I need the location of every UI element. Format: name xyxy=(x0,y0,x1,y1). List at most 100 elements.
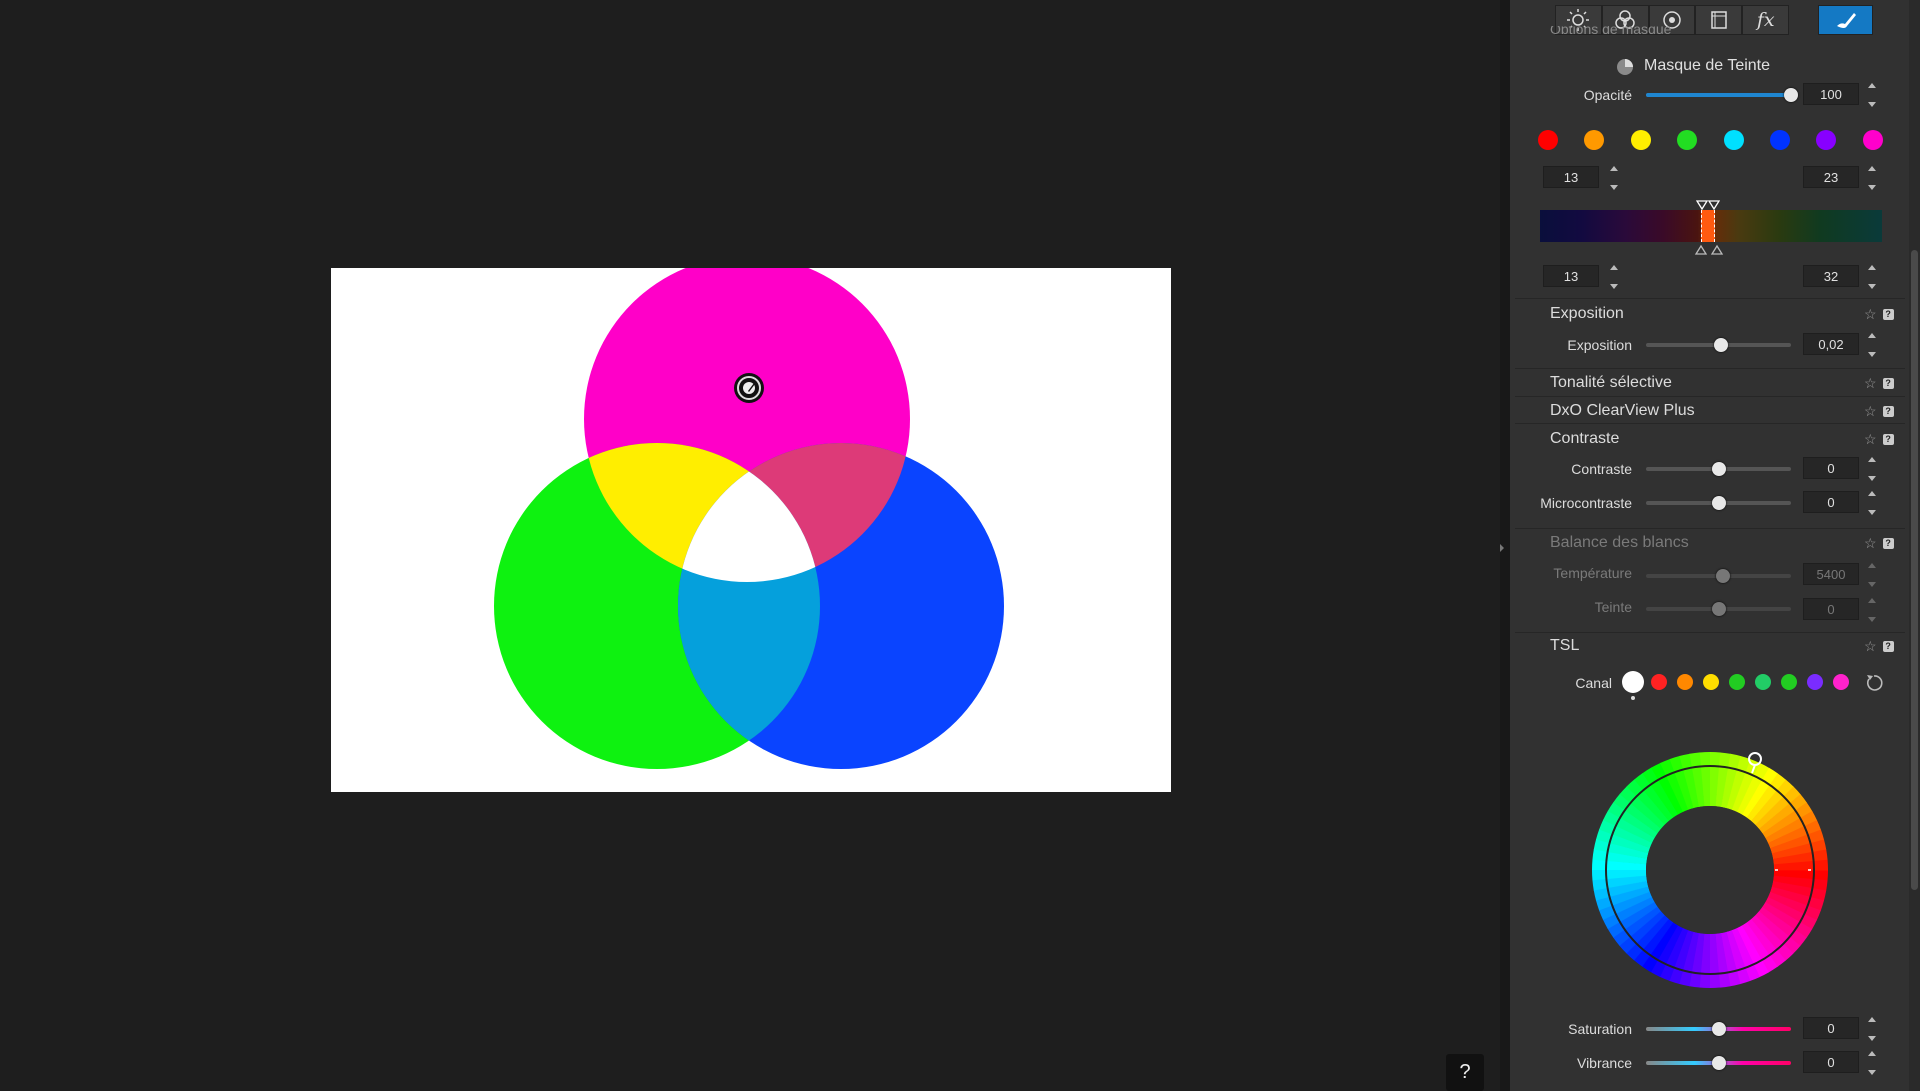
temperature-slider[interactable] xyxy=(1646,569,1791,583)
divider xyxy=(1515,298,1905,299)
info-icon[interactable]: ? xyxy=(1882,433,1894,445)
contraste-icons: ☆? xyxy=(1864,432,1894,446)
info-icon[interactable]: ? xyxy=(1882,405,1894,417)
contraste-value[interactable]: 0 xyxy=(1803,457,1859,479)
saturation-slider-knob[interactable] xyxy=(1711,1022,1726,1036)
range-bottom-left-value[interactable]: 13 xyxy=(1543,265,1599,287)
vibrance-value[interactable]: 0 xyxy=(1803,1051,1859,1073)
balance-header[interactable]: Balance des blancs xyxy=(1550,534,1689,552)
temperature-stepper[interactable] xyxy=(1866,563,1878,587)
star-icon[interactable]: ☆ xyxy=(1864,536,1877,550)
effects-tab[interactable]: fx xyxy=(1742,5,1790,35)
panel-splitter[interactable] xyxy=(1500,0,1510,1091)
help-button[interactable]: ? xyxy=(1446,1054,1484,1091)
contraste-header[interactable]: Contraste xyxy=(1550,430,1619,448)
exposition-value[interactable]: 0,02 xyxy=(1803,333,1859,355)
temperature-slider-knob[interactable] xyxy=(1715,569,1730,583)
exposition-header[interactable]: Exposition xyxy=(1550,305,1624,323)
hue-swatch[interactable] xyxy=(1723,130,1744,150)
teinte-stepper[interactable] xyxy=(1866,598,1878,622)
contraste-stepper[interactable] xyxy=(1866,457,1878,481)
scrollbar-thumb[interactable] xyxy=(1911,250,1918,890)
star-icon[interactable]: ☆ xyxy=(1864,307,1877,321)
canal-dot[interactable] xyxy=(1622,671,1644,693)
vibrance-slider-knob[interactable] xyxy=(1711,1056,1726,1070)
opacity-value[interactable]: 100 xyxy=(1803,83,1859,105)
vibrance-stepper[interactable] xyxy=(1866,1051,1878,1075)
canal-dot[interactable] xyxy=(1729,674,1745,690)
microcontraste-slider[interactable] xyxy=(1646,496,1791,510)
contraste-slider[interactable] xyxy=(1646,462,1791,476)
saturation-slider[interactable] xyxy=(1646,1022,1791,1036)
teinte-slider-knob[interactable] xyxy=(1711,602,1726,616)
vibrance-slider[interactable] xyxy=(1646,1056,1791,1070)
range-bottom-left-stepper[interactable] xyxy=(1608,265,1620,289)
hue-range-bottom-handles-icon[interactable] xyxy=(1694,244,1724,256)
opacity-slider[interactable] xyxy=(1646,88,1798,102)
saturation-value[interactable]: 0 xyxy=(1803,1017,1859,1039)
image-viewer[interactable]: ? xyxy=(0,0,1500,1091)
hue-swatch[interactable] xyxy=(1538,130,1558,150)
info-icon[interactable]: ? xyxy=(1882,377,1894,389)
divider xyxy=(1515,528,1905,529)
microcontraste-value[interactable]: 0 xyxy=(1803,491,1859,513)
hue-swatch[interactable] xyxy=(1630,130,1651,150)
canal-dot[interactable] xyxy=(1651,674,1667,690)
local-adjust-icon xyxy=(1836,13,1856,28)
geometry-tab[interactable] xyxy=(1695,5,1743,35)
microcontraste-label: Microcontraste xyxy=(1540,495,1632,511)
range-top-right-stepper[interactable] xyxy=(1866,166,1878,190)
range-bottom-right-value[interactable]: 32 xyxy=(1803,265,1859,287)
range-top-right-value[interactable]: 23 xyxy=(1803,166,1859,188)
splitter-grip-icon xyxy=(1500,544,1504,552)
color-picker-cursor-icon[interactable] xyxy=(734,373,764,403)
range-top-left-value[interactable]: 13 xyxy=(1543,166,1599,188)
range-top-left-stepper[interactable] xyxy=(1608,166,1620,190)
tonalite-header[interactable]: Tonalité sélective xyxy=(1550,374,1672,392)
hue-range-selection[interactable] xyxy=(1701,210,1715,242)
microcontraste-slider-knob[interactable] xyxy=(1711,496,1726,510)
info-icon[interactable]: ? xyxy=(1882,640,1894,652)
hue-wheel-center xyxy=(1646,806,1774,934)
saturation-stepper[interactable] xyxy=(1866,1017,1878,1041)
canal-dot[interactable] xyxy=(1677,674,1693,690)
contraste-slider-knob[interactable] xyxy=(1711,462,1726,476)
tsl-header[interactable]: TSL xyxy=(1550,637,1579,655)
opacity-slider-knob[interactable] xyxy=(1784,88,1798,102)
mask-type-icon xyxy=(1617,59,1633,75)
temperature-value[interactable]: 5400 xyxy=(1803,563,1859,585)
star-icon[interactable]: ☆ xyxy=(1864,404,1877,418)
canal-dot[interactable] xyxy=(1781,674,1797,690)
hue-range-top-handles-icon[interactable] xyxy=(1696,200,1720,212)
hue-swatch[interactable] xyxy=(1770,130,1790,150)
geometry-icon xyxy=(1711,11,1727,29)
teinte-slider[interactable] xyxy=(1646,602,1791,616)
exposition-slider[interactable] xyxy=(1646,338,1791,352)
info-icon[interactable]: ? xyxy=(1882,537,1894,549)
info-icon[interactable]: ? xyxy=(1882,308,1894,320)
canal-dot[interactable] xyxy=(1703,674,1719,690)
opacity-stepper[interactable] xyxy=(1866,83,1878,107)
image-canvas[interactable] xyxy=(331,268,1171,792)
divider xyxy=(1515,368,1905,369)
star-icon[interactable]: ☆ xyxy=(1864,432,1877,446)
range-bottom-right-stepper[interactable] xyxy=(1866,265,1878,289)
teinte-value[interactable]: 0 xyxy=(1803,598,1859,620)
contraste-label: Contraste xyxy=(1571,461,1632,477)
hue-wheel[interactable] xyxy=(1585,745,1835,995)
exposition-stepper[interactable] xyxy=(1866,333,1878,357)
clearview-header[interactable]: DxO ClearView Plus xyxy=(1550,402,1695,420)
star-icon[interactable]: ☆ xyxy=(1864,639,1877,653)
local-adjust-tab[interactable] xyxy=(1818,5,1873,35)
canal-dot[interactable] xyxy=(1833,674,1849,690)
canal-dot[interactable] xyxy=(1807,674,1823,690)
reset-icon[interactable] xyxy=(1864,673,1884,693)
canal-dot[interactable] xyxy=(1755,674,1771,690)
vibrance-label: Vibrance xyxy=(1576,1055,1632,1071)
hue-swatch[interactable] xyxy=(1862,130,1883,150)
star-icon[interactable]: ☆ xyxy=(1864,376,1877,390)
microcontraste-stepper[interactable] xyxy=(1866,491,1878,515)
panel-scrollbar[interactable] xyxy=(1909,0,1920,1091)
teinte-label: Teinte xyxy=(1594,599,1632,615)
